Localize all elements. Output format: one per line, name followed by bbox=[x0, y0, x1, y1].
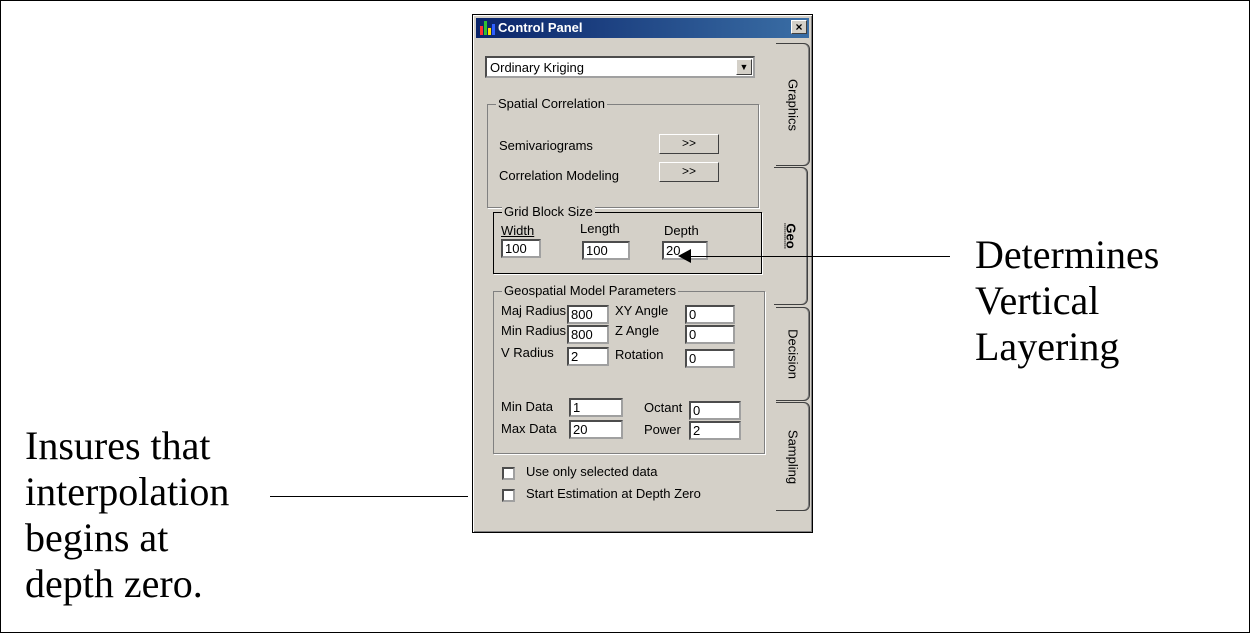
tab-geo[interactable]: Geo bbox=[774, 167, 808, 305]
start-depth-zero-checkbox[interactable] bbox=[502, 489, 515, 502]
correlation-modeling-label: Correlation Modeling bbox=[499, 168, 619, 183]
v-radius-field[interactable]: 2 bbox=[567, 347, 609, 366]
depth-annotation-line: Determines bbox=[975, 232, 1160, 277]
z-angle-label: Z Angle bbox=[615, 323, 660, 338]
v-radius-label: V Radius bbox=[501, 345, 554, 360]
rotation-field[interactable]: 0 bbox=[685, 349, 735, 368]
tab-sampling[interactable]: Sampling bbox=[776, 402, 810, 511]
title-bar[interactable]: Control Panel × bbox=[476, 18, 809, 38]
width-field[interactable]: 100 bbox=[501, 239, 541, 258]
maj-radius-field[interactable]: 800 bbox=[567, 305, 609, 324]
geospatial-params-legend: Geospatial Model Parameters bbox=[502, 283, 678, 298]
semivariograms-label: Semivariograms bbox=[499, 138, 593, 153]
tab-sampling-label: Sampling bbox=[785, 429, 800, 484]
length-label: Length bbox=[580, 221, 620, 236]
semivariograms-button[interactable]: >> bbox=[659, 134, 719, 154]
length-field[interactable]: 100 bbox=[582, 241, 630, 260]
depth-label: Depth bbox=[664, 223, 699, 238]
use-selected-label: Use only selected data bbox=[526, 464, 658, 479]
arrowhead-icon bbox=[678, 249, 691, 263]
min-data-label: Min Data bbox=[501, 399, 554, 414]
grid-block-size-group: Grid Block Size Width 100 Length 100 Dep… bbox=[493, 204, 762, 274]
checkbox-annotation-line: Insures that bbox=[25, 423, 211, 468]
checkbox-annotation-line: begins at bbox=[25, 515, 169, 560]
start-depth-zero-label: Start Estimation at Depth Zero bbox=[526, 486, 701, 501]
tab-graphics-label: Graphics bbox=[785, 78, 800, 131]
spatial-correlation-legend: Spatial Correlation bbox=[496, 96, 607, 111]
min-data-field[interactable]: 1 bbox=[569, 398, 623, 417]
checkbox-annotation: Insures that interpolation begins at dep… bbox=[25, 423, 229, 607]
close-button[interactable]: × bbox=[791, 20, 807, 34]
min-radius-field[interactable]: 800 bbox=[567, 325, 609, 344]
xy-angle-field[interactable]: 0 bbox=[685, 305, 735, 324]
max-data-label: Max Data bbox=[501, 421, 557, 436]
use-selected-checkbox[interactable] bbox=[502, 467, 515, 480]
depth-annotation-line: Layering bbox=[975, 324, 1120, 369]
geospatial-params-group: Geospatial Model Parameters Maj Radius 8… bbox=[493, 283, 765, 454]
tab-decision[interactable]: Decision bbox=[776, 307, 810, 401]
checkbox-callout-line bbox=[270, 496, 468, 497]
octant-label: Octant bbox=[644, 400, 683, 415]
depth-annotation: Determines Vertical Layering bbox=[975, 232, 1159, 370]
depth-callout-line bbox=[690, 256, 950, 257]
grid-block-size-legend: Grid Block Size bbox=[502, 204, 595, 219]
width-label: Width bbox=[501, 223, 535, 238]
spatial-correlation-group: Spatial Correlation Semivariograms >> Co… bbox=[487, 96, 759, 208]
correlation-modeling-button[interactable]: >> bbox=[659, 162, 719, 182]
checkbox-annotation-line: interpolation bbox=[25, 469, 230, 514]
control-panel-window: Control Panel × Ordinary Kriging ▼ Spati… bbox=[472, 14, 813, 533]
xy-angle-label: XY Angle bbox=[615, 303, 669, 318]
power-label: Power bbox=[644, 422, 681, 437]
z-angle-field[interactable]: 0 bbox=[685, 325, 735, 344]
method-dropdown[interactable]: Ordinary Kriging ▼ bbox=[485, 56, 755, 78]
app-icon bbox=[480, 21, 495, 35]
tab-graphics[interactable]: Graphics bbox=[776, 43, 810, 166]
checkbox-annotation-line: depth zero. bbox=[25, 561, 203, 606]
power-field[interactable]: 2 bbox=[689, 421, 741, 440]
depth-annotation-line: Vertical bbox=[975, 278, 1100, 323]
window-title: Control Panel bbox=[498, 20, 583, 35]
method-selected: Ordinary Kriging bbox=[490, 60, 584, 75]
maj-radius-label: Maj Radius bbox=[501, 303, 567, 318]
tab-decision-label: Decision bbox=[785, 329, 800, 379]
min-radius-label: Min Radius bbox=[501, 323, 567, 338]
rotation-label: Rotation bbox=[615, 347, 664, 362]
max-data-field[interactable]: 20 bbox=[569, 420, 623, 439]
octant-field[interactable]: 0 bbox=[689, 401, 741, 420]
chevron-down-icon[interactable]: ▼ bbox=[736, 59, 752, 75]
tab-geo-label: Geo bbox=[783, 223, 798, 249]
